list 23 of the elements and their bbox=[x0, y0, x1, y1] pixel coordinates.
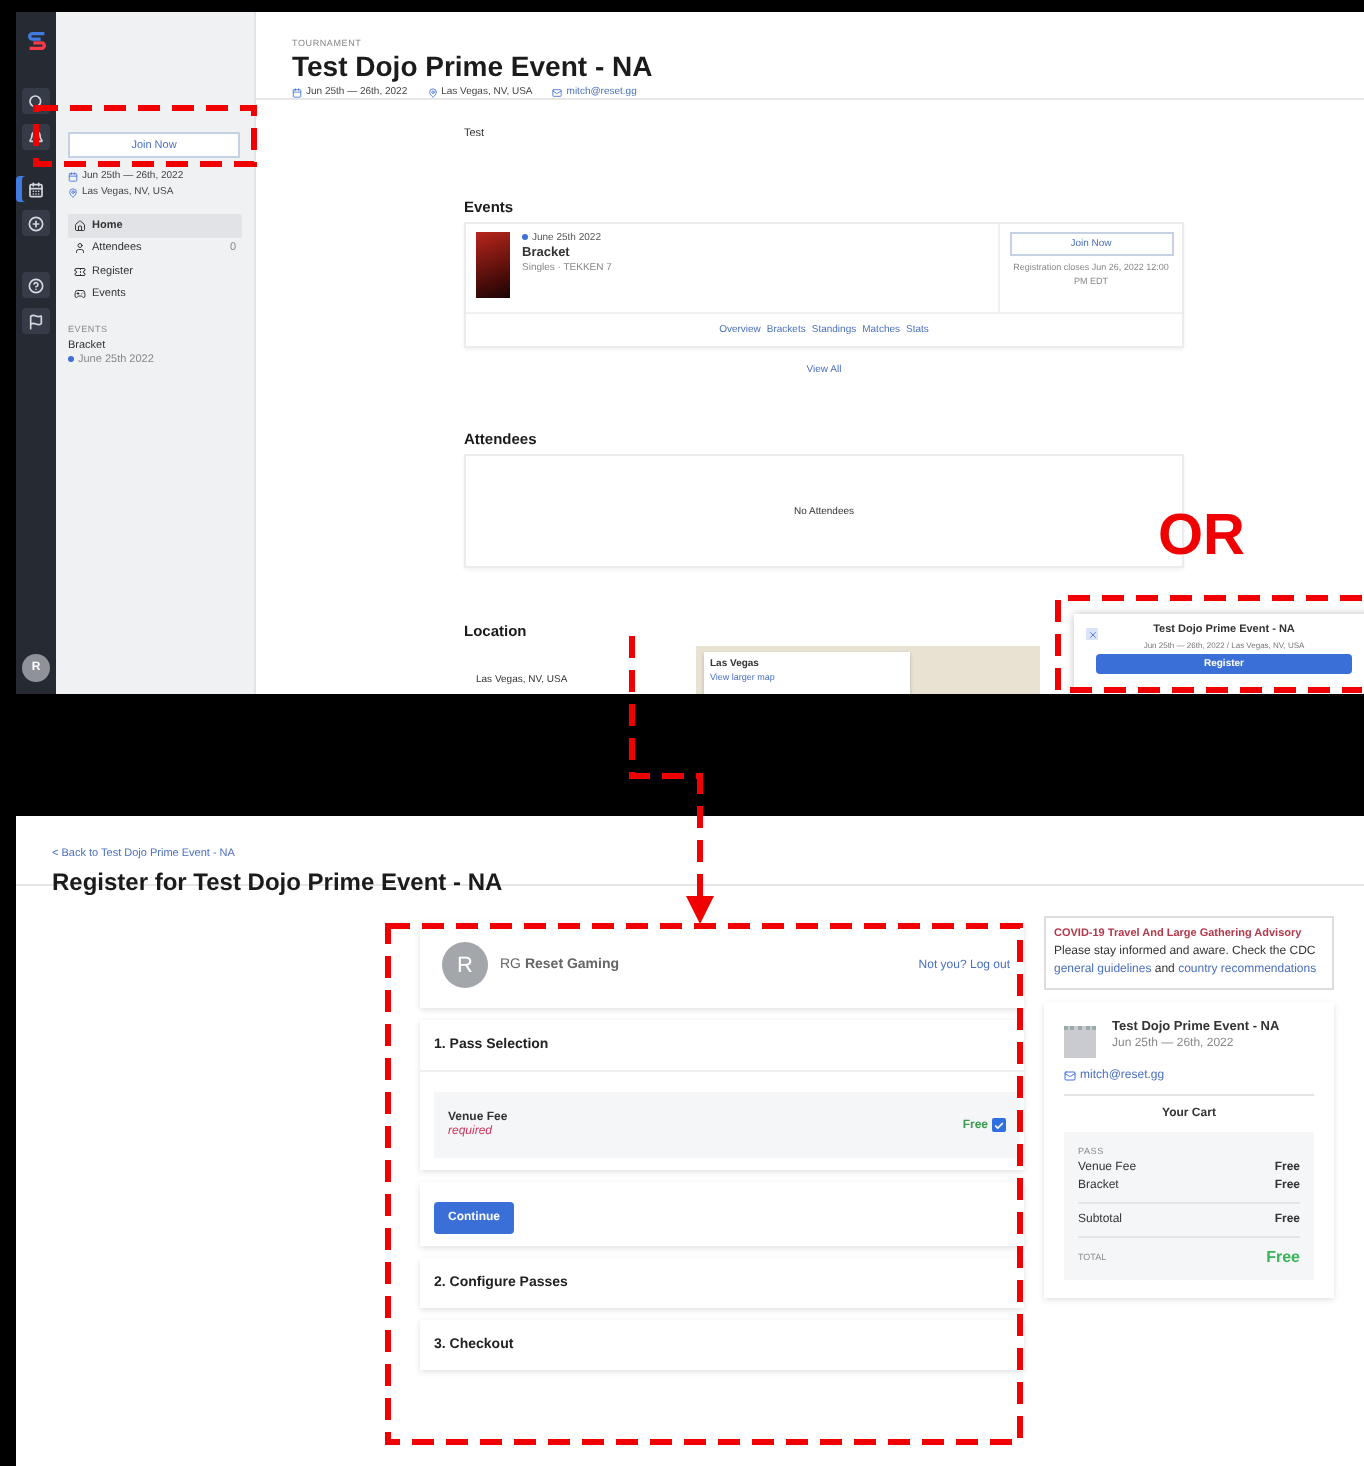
user-avatar: R bbox=[442, 942, 488, 988]
mail-icon bbox=[1064, 1070, 1076, 1083]
mail-icon bbox=[552, 87, 563, 97]
page-title: Test Dojo Prime Event - NA bbox=[292, 50, 655, 82]
ticket-icon bbox=[74, 265, 86, 278]
or-label: OR bbox=[1158, 504, 1245, 570]
total-value: Free bbox=[1266, 1248, 1300, 1267]
plus-icon[interactable] bbox=[22, 210, 50, 236]
help-icon[interactable] bbox=[22, 272, 50, 298]
logo-icon bbox=[25, 30, 47, 52]
pass-checkbox[interactable] bbox=[992, 1118, 1006, 1132]
calendar-icon bbox=[292, 87, 302, 97]
event-thumbnail bbox=[1064, 1026, 1096, 1059]
flag-icon[interactable] bbox=[22, 308, 50, 334]
close-icon[interactable] bbox=[1086, 628, 1098, 640]
page-title: Register for Test Dojo Prime Event - NA bbox=[52, 868, 505, 896]
home-icon bbox=[74, 219, 86, 232]
game-art-placeholder bbox=[476, 232, 510, 298]
gamepad-icon bbox=[74, 288, 86, 301]
person-icon bbox=[74, 242, 86, 255]
pin-icon bbox=[68, 187, 78, 197]
pin-icon bbox=[427, 87, 438, 97]
calendar-icon bbox=[68, 171, 78, 181]
